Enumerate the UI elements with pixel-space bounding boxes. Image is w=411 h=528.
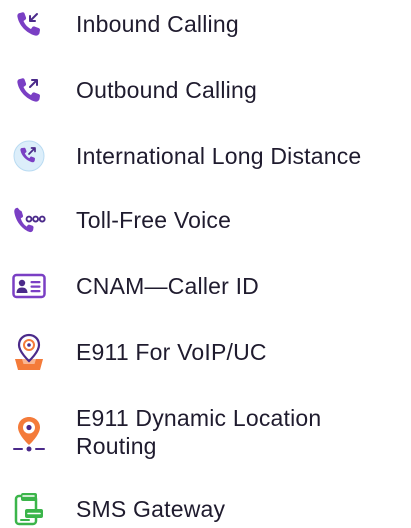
caller-id-icon [12,269,46,303]
service-item-international-long-distance[interactable]: International Long Distance [0,138,411,174]
service-label: International Long Distance [76,143,362,169]
service-item-cnam-caller-id[interactable]: CNAM—Caller ID [0,268,411,304]
service-label: Outbound Calling [76,77,257,103]
sms-gateway-icon [12,490,46,528]
toll-free-icon [12,203,46,237]
service-item-inbound-calling[interactable]: Inbound Calling [0,6,411,42]
service-item-outbound-calling[interactable]: Outbound Calling [0,72,411,108]
service-item-toll-free-voice[interactable]: Toll-Free Voice [0,202,411,238]
service-label: Inbound Calling [76,11,239,37]
service-label: CNAM—Caller ID [76,273,259,299]
services-list: Inbound Calling Outbound Calling Interna… [0,0,411,528]
service-item-sms-gateway[interactable]: SMS Gateway [0,490,411,528]
service-label: SMS Gateway [76,496,226,522]
international-call-icon [12,139,46,173]
e911-dynamic-routing-icon [12,414,46,454]
outbound-call-icon [12,73,46,107]
service-label: E911 For VoIP/UC [76,339,267,365]
inbound-call-icon [12,7,46,41]
service-label: E911 Dynamic Location Routing [76,405,322,459]
e911-location-icon [12,332,46,372]
service-item-e911-voip-uc[interactable]: E911 For VoIP/UC [0,332,411,372]
service-item-e911-dynamic-location-routing[interactable]: E911 Dynamic Location Routing [0,404,411,462]
service-label: Toll-Free Voice [76,207,232,233]
